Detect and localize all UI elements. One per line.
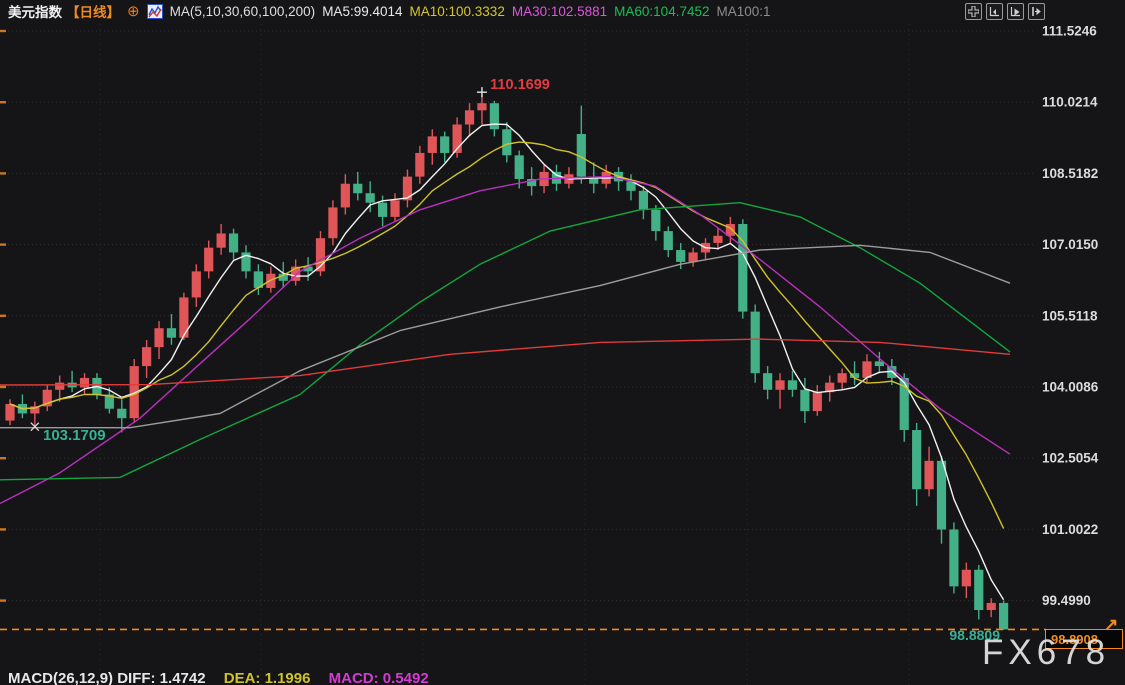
high-cross-marker — [477, 87, 487, 97]
pan-left-edge-button[interactable] — [986, 3, 1003, 20]
candle — [154, 328, 163, 347]
candle — [415, 153, 424, 177]
chart-toolbar — [965, 3, 1045, 20]
ma5-legend: MA5:99.4014 — [322, 4, 402, 19]
chart-window: 111.5246 110.0214 108.5182 107.0150 105.5118… — [0, 0, 1125, 685]
ma-group-label: MA(5,10,30,60,100,200) — [170, 4, 316, 19]
playback-button[interactable] — [1007, 3, 1024, 20]
candle — [813, 392, 822, 411]
candle — [689, 252, 698, 261]
candle — [5, 404, 14, 421]
candle — [962, 570, 971, 587]
y-axis-label: 110.0214 — [1042, 95, 1098, 110]
candle — [378, 203, 387, 217]
left-axis-tick — [0, 243, 6, 245]
candle — [676, 250, 685, 262]
y-axis-label: 101.0022 — [1042, 522, 1098, 537]
ma-lines — [0, 124, 1010, 600]
candle — [142, 347, 151, 366]
candle — [924, 461, 933, 489]
add-indicator-icon[interactable]: ⊕ — [127, 4, 140, 19]
left-axis-tick — [0, 172, 6, 174]
candle — [204, 248, 213, 272]
candle — [664, 231, 673, 250]
candle — [366, 193, 375, 202]
candle — [639, 191, 648, 210]
left-axis-tick — [0, 30, 6, 32]
left-axis-tick — [0, 528, 6, 530]
candle — [788, 380, 797, 389]
candle — [974, 570, 983, 610]
macd-dea-label: DEA: 1.1996 — [224, 670, 311, 685]
left-axis-tick — [0, 457, 6, 459]
ma100-legend: MA100:1 — [716, 4, 770, 19]
watermark: FX678 — [982, 633, 1110, 673]
ma10-legend: MA10:100.3332 — [410, 4, 505, 19]
candle — [167, 328, 176, 337]
candle — [192, 271, 201, 297]
candle — [80, 378, 89, 387]
candle — [999, 603, 1008, 629]
candle — [949, 530, 958, 587]
left-axis-tick — [0, 101, 6, 103]
candle — [987, 603, 996, 610]
ma30-line — [0, 177, 1010, 504]
candle — [763, 373, 772, 390]
candle — [428, 136, 437, 153]
y-axis-label: 99.4990 — [1042, 593, 1091, 608]
candle — [353, 184, 362, 193]
candle — [515, 155, 524, 179]
y-axis-label: 102.5054 — [1042, 451, 1099, 466]
gridlines: 111.5246 110.0214 108.5182 107.0150 105.5118… — [0, 24, 1099, 685]
candle — [117, 409, 126, 418]
chart-header: 美元指数 【日线】 ⊕ MA(5,10,30,60,100,200) MA5:9… — [0, 0, 1125, 22]
ma100-line — [0, 245, 1010, 427]
candle — [229, 233, 238, 252]
candle — [328, 207, 337, 238]
candle — [775, 380, 784, 389]
candle — [490, 103, 499, 129]
candle — [937, 461, 946, 530]
candle — [217, 233, 226, 247]
candle — [440, 136, 449, 153]
left-axis-tick — [0, 315, 6, 317]
timeframe-label[interactable]: 【日线】 — [66, 1, 120, 21]
low-price-label: 103.1709 — [43, 427, 106, 444]
y-axis-label: 111.5246 — [1042, 24, 1097, 39]
candle — [800, 390, 809, 411]
left-axis-tick — [0, 599, 6, 601]
candle — [477, 103, 486, 110]
candle — [465, 110, 474, 124]
left-axis-tick — [0, 386, 6, 388]
candle — [751, 312, 760, 374]
move-crosshair-button[interactable] — [965, 3, 982, 20]
pan-right-edge-button[interactable] — [1028, 3, 1045, 20]
y-axis-label: 105.5118 — [1042, 308, 1098, 323]
macd-value-label: MACD: 0.5492 — [329, 670, 429, 685]
candle — [341, 184, 350, 208]
candle — [651, 210, 660, 231]
y-axis-label: 104.0086 — [1042, 380, 1099, 395]
ma30-legend: MA30:102.5881 — [512, 4, 607, 19]
ma200-line — [0, 339, 1010, 385]
symbol-title: 美元指数 — [8, 1, 62, 21]
y-axis-label: 108.5182 — [1042, 166, 1098, 181]
macd-indicator-bar: MACD(26,12,9) DIFF: 1.4742 DEA: 1.1996 M… — [8, 670, 443, 685]
candle — [55, 383, 64, 390]
candle — [713, 236, 722, 243]
candlestick-chart[interactable]: 111.5246 110.0214 108.5182 107.0150 105.5118… — [0, 0, 1125, 685]
y-axis-label: 107.0150 — [1042, 237, 1098, 252]
macd-params-diff-label: MACD(26,12,9) DIFF: 1.4742 — [8, 670, 206, 685]
chart-style-icon[interactable] — [147, 4, 163, 19]
candle — [403, 177, 412, 201]
candle — [838, 373, 847, 382]
candle — [390, 200, 399, 217]
ma60-legend: MA60:104.7452 — [614, 4, 709, 19]
candle — [912, 430, 921, 489]
candles — [5, 95, 1008, 630]
candle — [502, 129, 511, 155]
high-price-label: 110.1699 — [490, 77, 550, 93]
